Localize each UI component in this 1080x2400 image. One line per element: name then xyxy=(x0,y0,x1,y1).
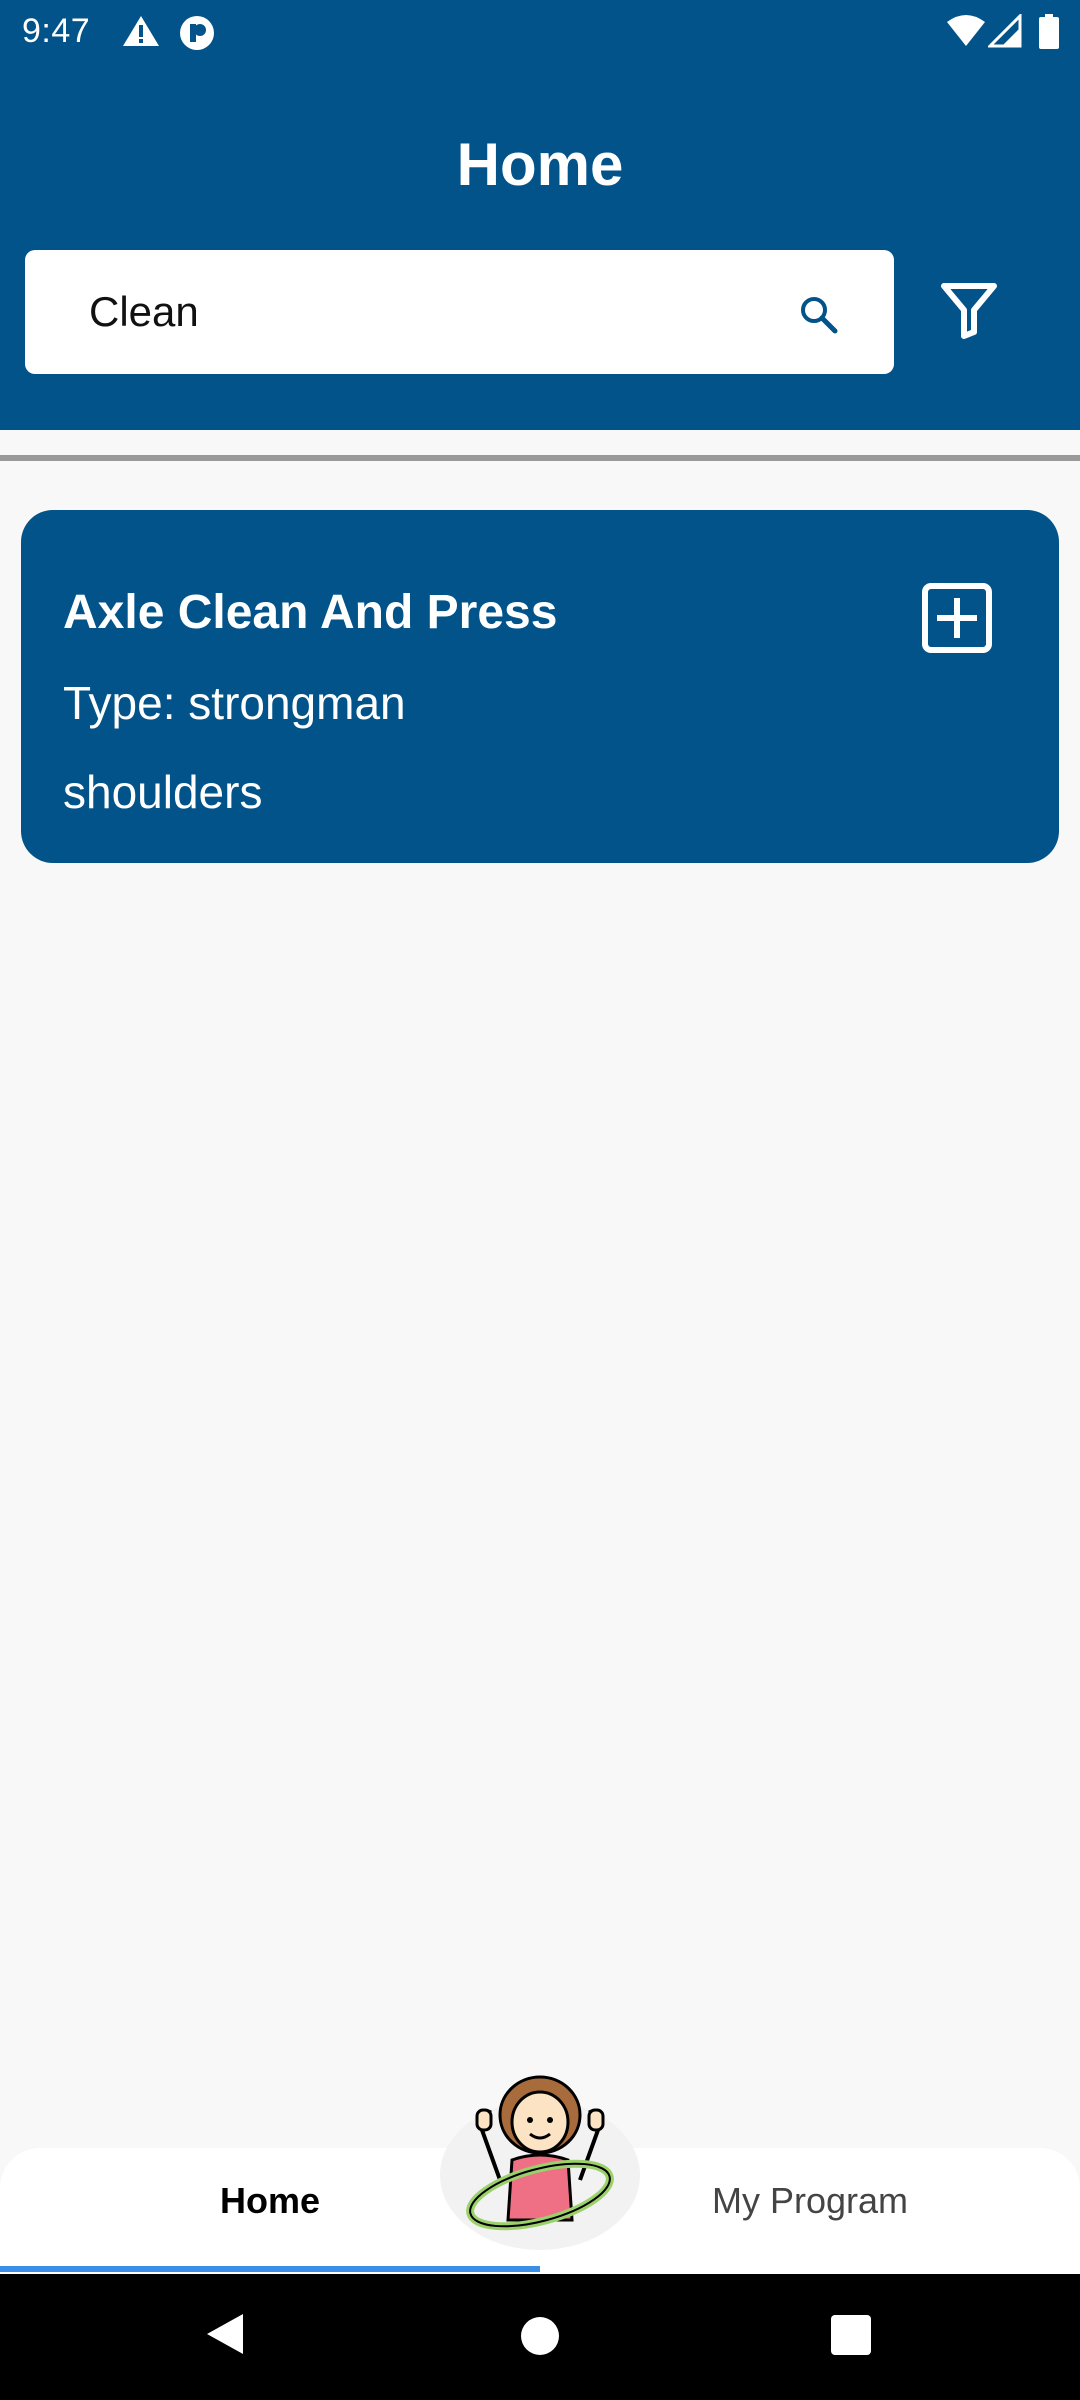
exercise-title: Axle Clean And Press xyxy=(63,586,558,639)
header-divider xyxy=(0,455,1080,461)
page-title: Home xyxy=(456,131,624,198)
status-time: 9:47 xyxy=(22,12,91,50)
hula-hoop-mascot-icon[interactable] xyxy=(460,2070,620,2245)
add-square-icon[interactable] xyxy=(921,582,993,659)
signal-icon xyxy=(986,12,1022,53)
active-tab-indicator xyxy=(0,2266,540,2272)
search-box[interactable] xyxy=(25,250,894,374)
battery-icon xyxy=(1038,14,1060,55)
warning-icon xyxy=(122,14,160,53)
filter-icon[interactable] xyxy=(940,280,998,345)
nav-tab-home[interactable]: Home xyxy=(0,2180,540,2222)
app-header: 9:47 Home Clean xyxy=(0,0,1080,430)
home-circle-icon[interactable] xyxy=(520,2316,560,2361)
search-icon[interactable] xyxy=(797,293,841,342)
system-navigation-bar xyxy=(0,2274,1080,2400)
exercise-card[interactable]: Axle Clean And Press Type: strongman sho… xyxy=(21,510,1059,863)
app-notification-icon xyxy=(178,14,216,57)
wifi-icon xyxy=(946,14,986,53)
back-icon[interactable] xyxy=(205,2312,245,2361)
status-bar: 9:47 xyxy=(0,0,1080,64)
nav-tab-my-program[interactable]: My Program xyxy=(540,2180,1080,2222)
search-input[interactable] xyxy=(87,280,767,344)
exercise-type: Type: strongman xyxy=(63,677,406,729)
exercise-muscle: shoulders xyxy=(63,766,263,818)
recents-square-icon[interactable] xyxy=(830,2314,872,2361)
